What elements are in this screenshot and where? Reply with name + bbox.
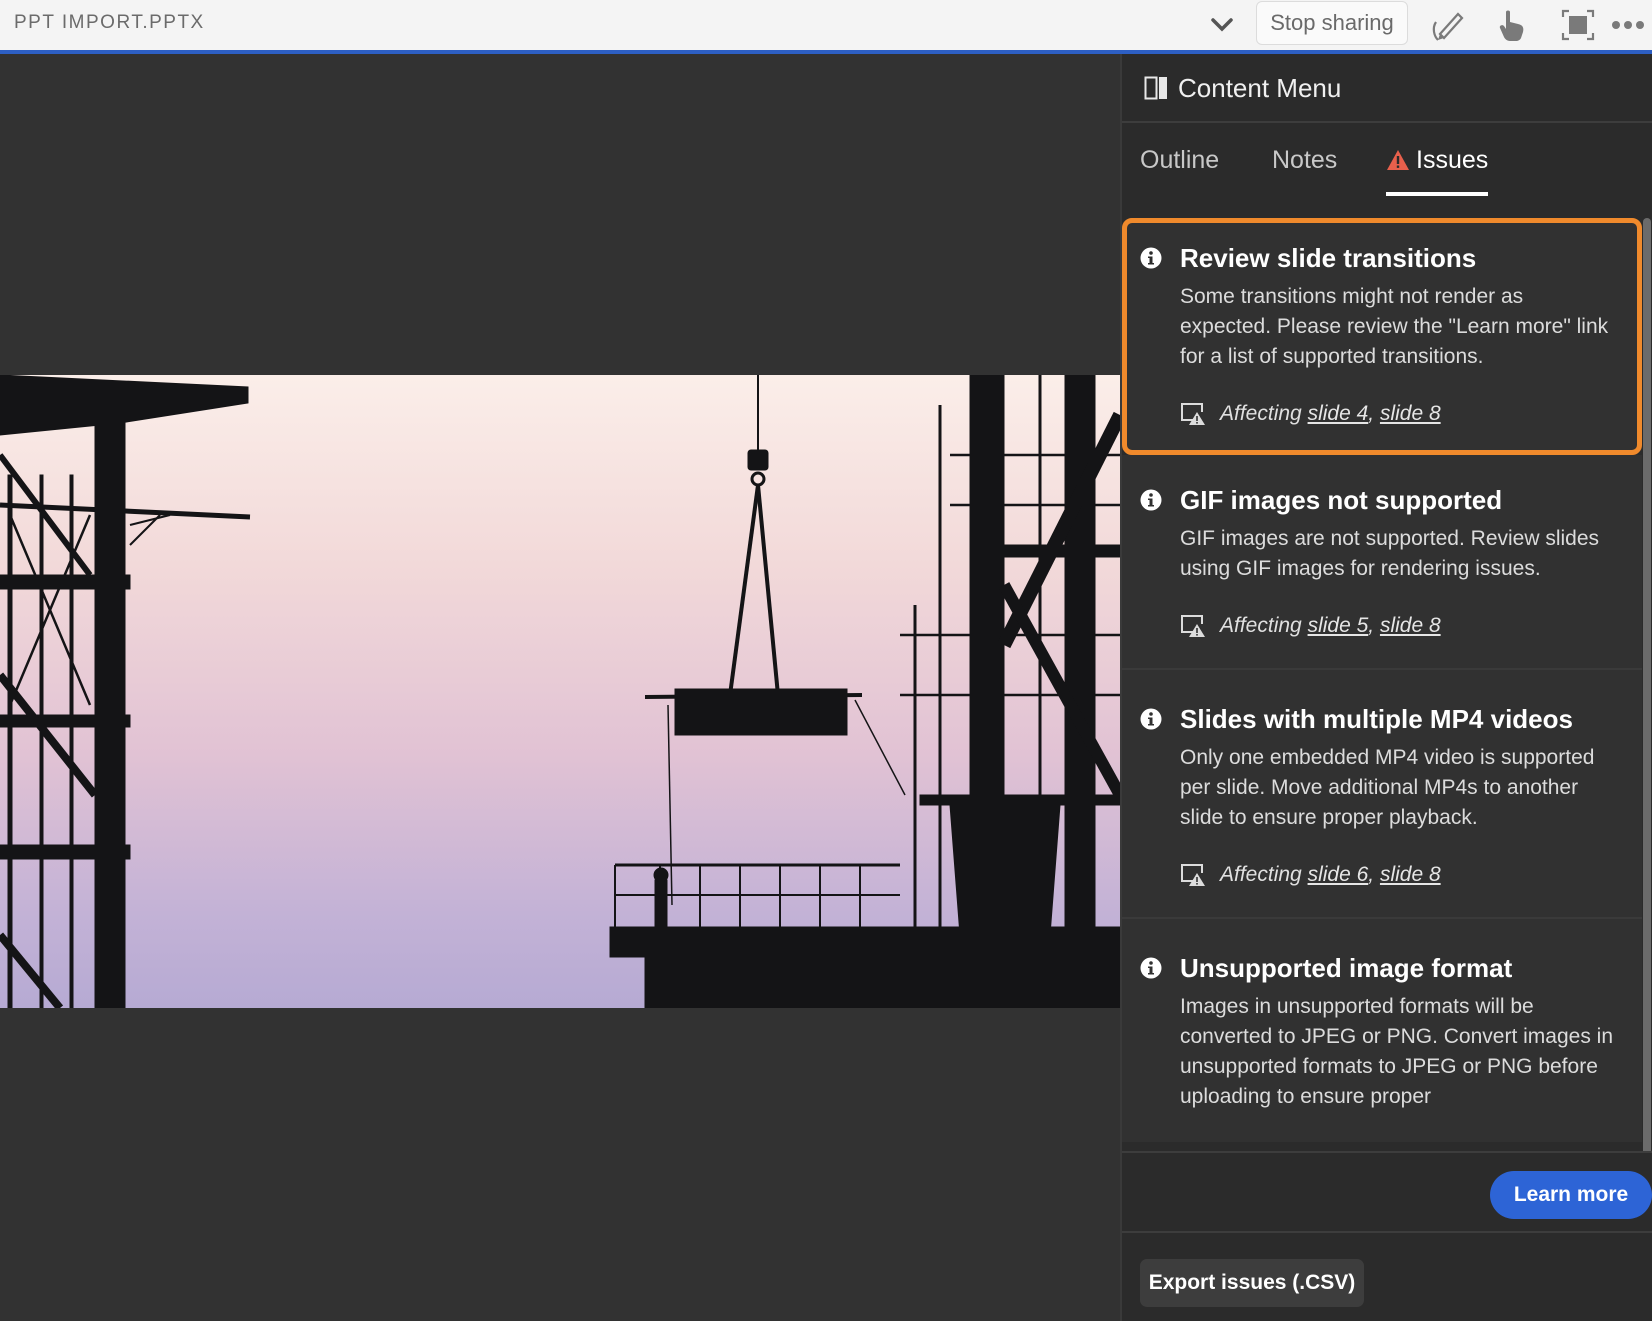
issue-description: Only one embedded MP4 video is supported… xyxy=(1180,746,1595,829)
fullscreen-button[interactable] xyxy=(1558,7,1598,43)
learn-more-bar: Learn more xyxy=(1122,1151,1652,1233)
construction-silhouette-image xyxy=(0,375,1120,1008)
export-issues-button[interactable]: Export issues (.CSV) xyxy=(1140,1259,1364,1307)
info-icon xyxy=(1140,247,1162,269)
issue-card[interactable]: Review slide transitions Some transition… xyxy=(1122,218,1642,455)
slide-link[interactable]: slide 8 xyxy=(1380,402,1441,426)
slide-link[interactable]: slide 6 xyxy=(1308,863,1369,887)
tab-notes[interactable]: Notes xyxy=(1272,146,1337,196)
info-icon xyxy=(1140,489,1162,511)
slide-link[interactable]: slide 8 xyxy=(1380,614,1441,638)
slide-image xyxy=(0,375,1120,1008)
pen-annotate-icon xyxy=(1432,12,1464,41)
slide-stage xyxy=(0,54,1120,1321)
issues-list: Review slide transitions Some transition… xyxy=(1122,214,1642,1206)
slide-link[interactable]: slide 8 xyxy=(1380,863,1441,887)
affecting-label: Affecting xyxy=(1220,614,1302,637)
affecting-slides: Affecting slide 4, slide 8 xyxy=(1180,402,1617,426)
issues-scrollbar[interactable] xyxy=(1643,218,1651,1206)
tab-outline[interactable]: Outline xyxy=(1140,146,1219,196)
affecting-label: Affecting xyxy=(1220,402,1302,425)
slide-warning-icon xyxy=(1181,615,1205,637)
panel-title: Content Menu xyxy=(1178,73,1342,103)
affecting-label: Affecting xyxy=(1220,863,1302,886)
pointer-button[interactable] xyxy=(1492,7,1532,43)
chevron-down-icon xyxy=(1211,18,1233,32)
panel-header: Content Menu xyxy=(1122,54,1652,123)
pointer-hand-icon xyxy=(1499,10,1524,41)
issue-title: GIF images not supported xyxy=(1180,485,1503,515)
affecting-slides: Affecting slide 6, slide 8 xyxy=(1180,863,1622,887)
warning-icon xyxy=(1387,150,1409,170)
issue-description: Images in unsupported formats will be co… xyxy=(1180,995,1614,1108)
tab-issues-label: Issues xyxy=(1416,146,1489,174)
tab-issues[interactable]: Issues xyxy=(1386,146,1489,196)
issue-description: GIF images are not supported. Review sli… xyxy=(1180,527,1600,580)
issue-card[interactable]: GIF images not supported GIF images are … xyxy=(1122,455,1642,670)
issue-title: Review slide transitions xyxy=(1180,243,1477,273)
content-menu-panel: Content Menu Outline Notes Issues Review… xyxy=(1120,54,1652,1321)
issue-card[interactable]: Unsupported image format Images in unsup… xyxy=(1122,919,1642,1142)
panel-layout-icon xyxy=(1144,76,1167,100)
learn-more-button[interactable]: Learn more xyxy=(1490,1171,1652,1219)
panel-tabs: Outline Notes Issues xyxy=(1122,124,1652,199)
affecting-slides: Affecting slide 5, slide 8 xyxy=(1180,614,1622,638)
more-options-icon xyxy=(1612,21,1644,29)
slide-link[interactable]: slide 4 xyxy=(1308,402,1369,426)
stop-sharing-button[interactable]: Stop sharing xyxy=(1256,1,1408,45)
info-icon xyxy=(1140,708,1162,730)
issue-title: Slides with multiple MP4 videos xyxy=(1180,704,1573,734)
top-bar: PPT IMPORT.PPTX Stop sharing xyxy=(0,0,1652,50)
issue-description: Some transitions might not render as exp… xyxy=(1180,285,1609,368)
slide-warning-icon xyxy=(1181,864,1205,886)
issue-title: Unsupported image format xyxy=(1180,953,1513,983)
slide-warning-icon xyxy=(1181,403,1205,425)
issue-card[interactable]: Slides with multiple MP4 videos Only one… xyxy=(1122,670,1642,919)
fullscreen-icon xyxy=(1561,9,1595,41)
document-title: PPT IMPORT.PPTX xyxy=(14,12,205,33)
expand-dropdown-button[interactable] xyxy=(1206,11,1238,39)
slide-link[interactable]: slide 5 xyxy=(1308,614,1369,638)
annotate-button[interactable] xyxy=(1428,7,1468,43)
info-icon xyxy=(1140,957,1162,979)
more-options-button[interactable] xyxy=(1608,7,1648,43)
